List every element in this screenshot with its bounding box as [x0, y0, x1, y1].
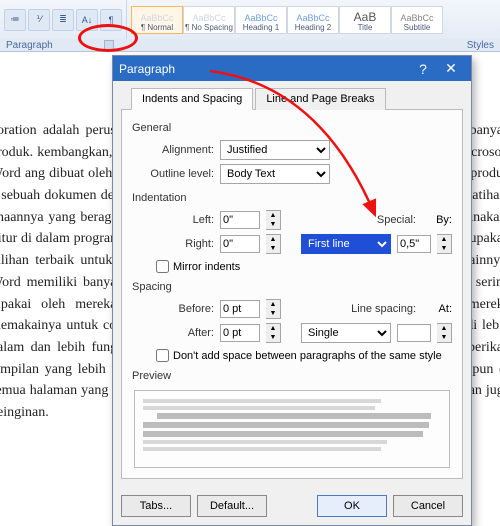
at-spinner[interactable]: ▲▼	[437, 323, 452, 343]
linespacing-select[interactable]: Single	[301, 323, 391, 343]
no-space-label: Don't add space between paragraphs of th…	[173, 350, 442, 362]
group-spacing: Spacing	[132, 275, 452, 297]
cancel-button[interactable]: Cancel	[393, 495, 463, 517]
label-left: Left:	[144, 214, 214, 226]
no-space-checkbox[interactable]	[156, 349, 169, 362]
spacing-after-spinner[interactable]: ▲▼	[266, 323, 281, 343]
label-linespacing: Line spacing:	[346, 303, 416, 315]
sort-button[interactable]: A↓	[76, 9, 98, 31]
by-spinner[interactable]: ▲▼	[437, 234, 452, 254]
label-right: Right:	[144, 238, 214, 250]
group-general: General	[132, 116, 452, 138]
paragraph-dialog-launcher[interactable]	[104, 40, 114, 50]
group-preview: Preview	[132, 364, 452, 386]
mirror-indents-label: Mirror indents	[173, 261, 240, 273]
alignment-select[interactable]: Justified	[220, 140, 330, 160]
style-no-spacing[interactable]: AaBbCc¶ No Spacing	[183, 6, 235, 34]
style-normal[interactable]: AaBbCc¶ Normal	[131, 6, 183, 34]
style-title[interactable]: AaBTitle	[339, 6, 391, 34]
multilevel-button[interactable]: ≣	[52, 9, 74, 31]
group-indentation: Indentation	[132, 186, 452, 208]
style-subtitle[interactable]: AaBbCcSubtitle	[391, 6, 443, 34]
group-label-styles: Styles	[467, 40, 494, 51]
ok-button[interactable]: OK	[317, 495, 387, 517]
outline-select[interactable]: Body Text	[220, 164, 330, 184]
preview-pane	[134, 390, 450, 468]
label-at: At:	[422, 303, 452, 315]
dialog-title: Paragraph	[119, 62, 175, 76]
mirror-indents-checkbox[interactable]	[156, 260, 169, 273]
numbering-button[interactable]: ⅟	[28, 9, 50, 31]
show-marks-button[interactable]: ¶	[100, 9, 122, 31]
spacing-after-input[interactable]	[220, 324, 260, 342]
at-input[interactable]	[397, 324, 431, 342]
style-heading2[interactable]: AaBbCcHeading 2	[287, 6, 339, 34]
spacing-before-spinner[interactable]: ▲▼	[266, 299, 281, 319]
label-special: Special:	[346, 214, 416, 226]
tabs-button[interactable]: Tabs...	[121, 495, 191, 517]
default-button[interactable]: Default...	[197, 495, 267, 517]
indent-left-spinner[interactable]: ▲▼	[266, 210, 281, 230]
style-heading1[interactable]: AaBbCcHeading 1	[235, 6, 287, 34]
label-before: Before:	[144, 303, 214, 315]
spacing-before-input[interactable]	[220, 300, 260, 318]
indent-right-spinner[interactable]: ▲▼	[266, 234, 281, 254]
label-outline: Outline level:	[144, 168, 214, 180]
indent-right-input[interactable]	[220, 235, 260, 253]
tab-indents-spacing[interactable]: Indents and Spacing	[131, 88, 253, 110]
label-by: By:	[422, 214, 452, 226]
styles-gallery[interactable]: AaBbCc¶ Normal AaBbCc¶ No Spacing AaBbCc…	[127, 6, 500, 34]
bullets-button[interactable]: ≔	[4, 9, 26, 31]
tab-line-breaks[interactable]: Line and Page Breaks	[255, 88, 385, 110]
label-alignment: Alignment:	[144, 144, 214, 156]
group-label-paragraph: Paragraph	[6, 40, 53, 51]
special-select[interactable]: First line	[301, 234, 391, 254]
by-input[interactable]	[397, 235, 431, 253]
label-after: After:	[144, 327, 214, 339]
indent-left-input[interactable]	[220, 211, 260, 229]
help-button[interactable]: ?	[409, 56, 437, 81]
close-button[interactable]: ✕	[437, 56, 465, 81]
paragraph-dialog: Paragraph ? ✕ Indents and Spacing Line a…	[112, 55, 472, 526]
